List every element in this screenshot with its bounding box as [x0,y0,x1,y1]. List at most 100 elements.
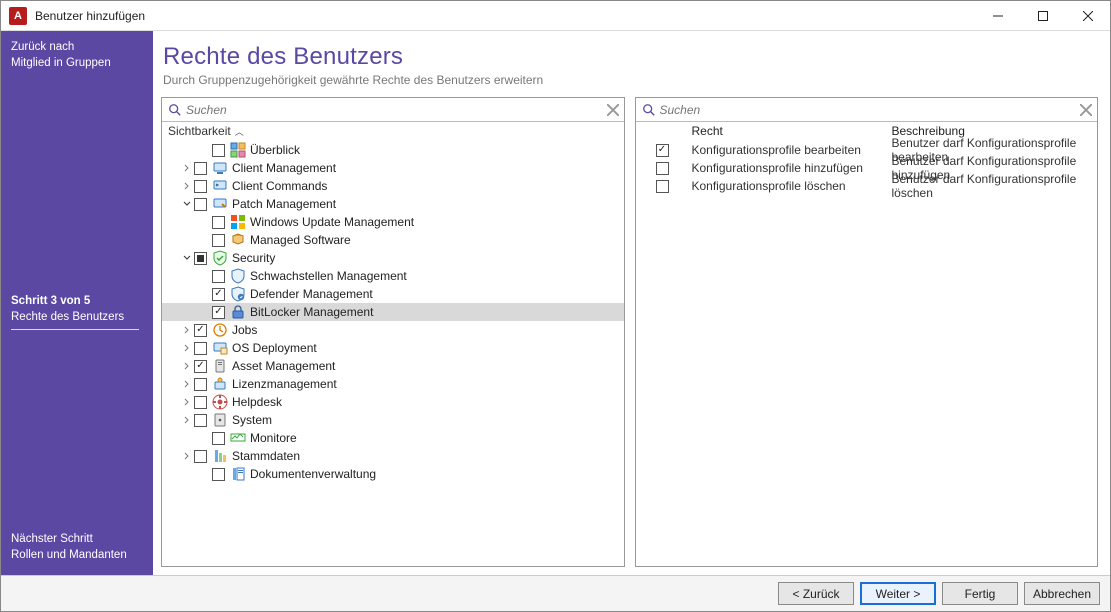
checkbox[interactable] [212,270,225,283]
checkbox[interactable] [212,216,225,229]
tree-item-label: Überblick [250,143,300,157]
rights-row[interactable]: Konfigurationsprofile löschenBenutzer da… [636,177,1098,195]
checkbox[interactable] [656,144,669,157]
right-name: Konfigurationsprofile bearbeiten [692,143,892,157]
left-search-input[interactable] [182,101,604,119]
expand-icon [198,303,212,321]
tree-row[interactable]: Stammdaten [162,447,624,465]
tree-item-label: Monitore [250,431,297,445]
tree-row[interactable]: OS Deployment [162,339,624,357]
checkbox[interactable] [194,162,207,175]
sidebar-current-step: Schritt 3 von 5 Rechte des Benutzers [11,293,139,330]
client-cmd-icon [212,178,228,194]
tree-row[interactable]: Asset Management [162,357,624,375]
checkbox[interactable] [194,450,207,463]
checkbox[interactable] [194,198,207,211]
tree-item-label: Client Commands [232,179,327,193]
expand-icon[interactable] [180,159,194,177]
expand-icon[interactable] [180,177,194,195]
maximize-button[interactable] [1020,1,1065,31]
expand-icon[interactable] [180,393,194,411]
visibility-tree[interactable]: Überblick Client Management Client Command… [162,140,624,566]
tree-row[interactable]: Schwachstellen Management [162,267,624,285]
expand-icon[interactable] [180,411,194,429]
expand-icon[interactable] [180,195,194,213]
tree-row[interactable]: Client Management [162,159,624,177]
tree-row[interactable]: Monitore [162,429,624,447]
expand-icon[interactable] [180,375,194,393]
back-button[interactable]: < Zurück [778,582,854,605]
tree-item-label: Defender Management [250,287,373,301]
tree-row[interactable]: Lizenzmanagement [162,375,624,393]
app-icon: A [9,7,27,25]
checkbox[interactable] [212,288,225,301]
tree-row[interactable]: Defender Management [162,285,624,303]
helpdesk-icon [212,394,228,410]
right-search [636,98,1098,122]
managed-sw-icon [230,232,246,248]
sidebar-back-step[interactable]: Zurück nach Mitglied in Gruppen [11,39,143,71]
tree-group-header[interactable]: Sichtbarkeit︿ [162,122,624,140]
right-name: Konfigurationsprofile löschen [692,179,892,193]
search-icon [642,103,656,117]
monitor-icon [230,430,246,446]
expand-icon[interactable] [180,249,194,267]
checkbox[interactable] [212,306,225,319]
tree-row[interactable]: Überblick [162,141,624,159]
expand-icon[interactable] [180,357,194,375]
tree-row[interactable]: Patch Management [162,195,624,213]
checkbox[interactable] [194,180,207,193]
expand-icon[interactable] [180,321,194,339]
win-update-icon [230,214,246,230]
tree-item-label: Security [232,251,275,265]
tree-item-label: Dokumentenverwaltung [250,467,376,481]
clear-icon[interactable] [1077,101,1095,119]
checkbox[interactable] [194,378,207,391]
checkbox[interactable] [194,342,207,355]
left-search [162,98,624,122]
checkbox[interactable] [212,468,225,481]
security-icon [212,250,228,266]
finish-button[interactable]: Fertig [942,582,1018,605]
expand-icon[interactable] [180,339,194,357]
expand-icon[interactable] [180,447,194,465]
clear-icon[interactable] [604,101,622,119]
close-button[interactable] [1065,1,1110,31]
tree-row[interactable]: Jobs [162,321,624,339]
page-subtitle: Durch Gruppenzugehörigkeit gewährte Rech… [163,73,1098,87]
client-mgmt-icon [212,160,228,176]
minimize-button[interactable] [975,1,1020,31]
checkbox[interactable] [212,432,225,445]
checkbox[interactable] [212,144,225,157]
tree-row[interactable]: Security [162,249,624,267]
visibility-panel: Sichtbarkeit︿ Überblick Client Management… [161,97,625,567]
expand-icon [198,231,212,249]
license-icon [212,376,228,392]
checkbox[interactable] [212,234,225,247]
checkbox[interactable] [194,396,207,409]
tree-row[interactable]: BitLocker Management [162,303,624,321]
tree-row[interactable]: Dokumentenverwaltung [162,465,624,483]
tree-row[interactable]: Windows Update Management [162,213,624,231]
col-right[interactable]: Recht [692,124,892,138]
wizard-sidebar: Zurück nach Mitglied in Gruppen Schritt … [1,31,153,575]
cancel-button[interactable]: Abbrechen [1024,582,1100,605]
tree-row[interactable]: Client Commands [162,177,624,195]
checkbox[interactable] [656,180,669,193]
overview-icon [230,142,246,158]
expand-icon [198,267,212,285]
checkbox[interactable] [194,360,207,373]
right-search-input[interactable] [656,101,1078,119]
checkbox[interactable] [194,252,207,265]
sidebar-next-step[interactable]: Nächster Schritt Rollen und Mandanten [11,531,143,563]
jobs-icon [212,322,228,338]
checkbox[interactable] [194,324,207,337]
checkbox[interactable] [194,414,207,427]
docmgmt-icon [230,466,246,482]
tree-row[interactable]: Managed Software [162,231,624,249]
tree-row[interactable]: System [162,411,624,429]
system-icon [212,412,228,428]
checkbox[interactable] [656,162,669,175]
tree-row[interactable]: Helpdesk [162,393,624,411]
next-button[interactable]: Weiter > [860,582,936,605]
